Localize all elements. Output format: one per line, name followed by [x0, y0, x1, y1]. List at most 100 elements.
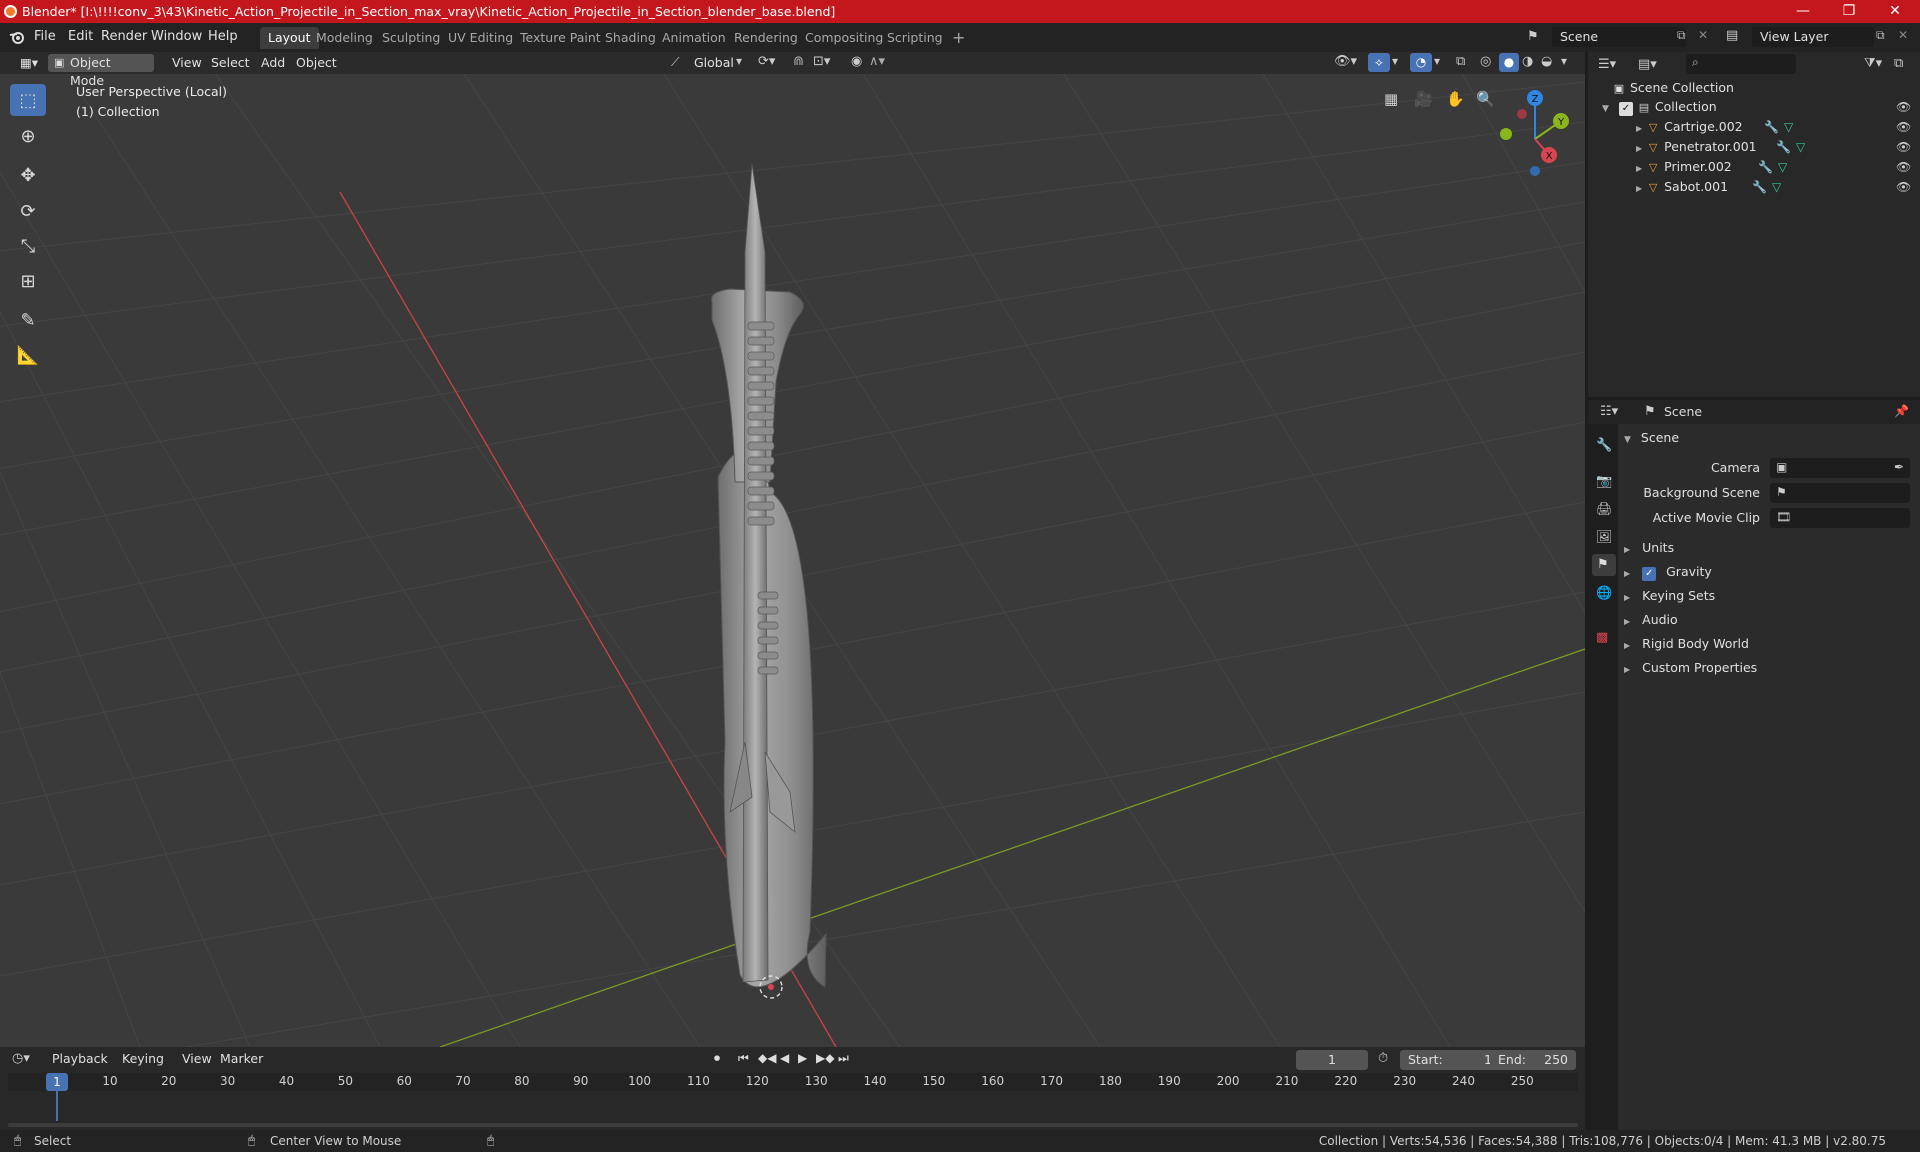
menu-render[interactable]: Render — [101, 29, 147, 44]
outliner-object-row[interactable]: ▶ ▽ Penetrator.001 — [1636, 139, 1757, 155]
tab-compositing[interactable]: Compositing — [797, 27, 891, 49]
select-box-tool[interactable]: ⬚ — [10, 84, 46, 116]
snap-target-icon[interactable]: ⊡▾ — [813, 54, 830, 69]
record-keyframe-icon[interactable]: ⏺ — [714, 1051, 720, 1066]
transform-tool[interactable]: ⊞ — [10, 265, 46, 297]
shading-solid-icon[interactable]: ● — [1499, 53, 1519, 72]
transform-orientation-selector[interactable]: Global — [688, 54, 740, 72]
shading-material-icon[interactable]: ◑ — [1522, 54, 1533, 69]
pivot-point-icon[interactable]: ⟳▾ — [758, 54, 775, 69]
menu-edit[interactable]: Edit — [68, 29, 93, 44]
shading-wireframe-icon[interactable]: ◎ — [1480, 54, 1491, 69]
camera-field[interactable] — [1770, 458, 1910, 478]
outliner-object-row[interactable]: ▶ ▽ Sabot.001 — [1636, 179, 1728, 195]
delete-scene-icon[interactable]: ✕ — [1698, 28, 1708, 42]
expand-audio-icon[interactable]: ▶ — [1624, 617, 1630, 626]
maximize-button[interactable]: ❐ — [1826, 0, 1872, 23]
jump-to-start-icon[interactable]: ⏮ — [738, 1051, 749, 1066]
jump-keyframe-forward-icon[interactable]: ▶◆ — [816, 1051, 834, 1065]
world-tab-icon[interactable]: 🌐 — [1596, 586, 1612, 601]
display-mode-icon[interactable]: ▤▾ — [1638, 57, 1657, 72]
outliner-search-input[interactable] — [1686, 54, 1796, 74]
gravity-checkbox[interactable]: ✓ — [1642, 567, 1657, 581]
xray-icon[interactable]: ⧉ — [1456, 54, 1465, 69]
timeline-menu-playback[interactable]: Playback — [46, 1050, 114, 1068]
collapse-scene-icon[interactable]: ▼ — [1624, 435, 1631, 445]
jump-to-end-icon[interactable]: ⏭ — [838, 1051, 849, 1066]
mesh-data-icon[interactable]: ▽ — [1772, 180, 1781, 194]
modifier-wrench-icon[interactable]: 🔧 — [1764, 120, 1779, 134]
view-layer-icon[interactable]: ▤ — [1726, 28, 1738, 43]
background-scene-field[interactable] — [1770, 483, 1910, 503]
outliner-object-row[interactable]: ▶ ▽ Cartrige.002 — [1636, 119, 1743, 135]
texture-tab-icon[interactable]: ▩ — [1596, 630, 1608, 645]
close-button[interactable]: ✕ — [1872, 0, 1918, 23]
shading-rendered-icon[interactable]: ◒ — [1541, 54, 1552, 69]
proportional-edit-icon[interactable]: ◉ — [851, 54, 862, 69]
new-scene-icon[interactable]: ⧉ — [1677, 28, 1686, 43]
eye-visibility-icon[interactable]: 👁 — [1896, 160, 1911, 174]
scene-icon[interactable]: ⚑ — [1527, 29, 1539, 44]
tab-texture-paint[interactable]: Texture Paint — [512, 27, 609, 49]
properties-editor-type-icon[interactable]: ☷▾ — [1600, 404, 1618, 419]
scene-selector[interactable]: Scene — [1552, 27, 1686, 47]
expand-keying-sets-icon[interactable]: ▶ — [1624, 593, 1630, 602]
collection-checkbox[interactable]: ✓ — [1618, 102, 1633, 116]
start-frame-field[interactable]: Start: 1 — [1400, 1050, 1500, 1070]
expand-collection-icon[interactable]: ▼ — [1602, 104, 1609, 114]
viewport-menu-add[interactable]: Add — [255, 54, 291, 72]
new-view-layer-icon[interactable]: ⧉ — [1876, 28, 1885, 43]
tab-modeling[interactable]: Modeling — [308, 27, 381, 49]
custom-properties-panel-header[interactable]: ▶ Custom Properties — [1624, 660, 1757, 675]
units-panel-header[interactable]: ▶ Units — [1624, 540, 1674, 555]
timeline-menu-keying[interactable]: Keying — [116, 1050, 170, 1068]
outliner-editor-type-icon[interactable]: ☰▾ — [1598, 57, 1616, 72]
jump-keyframe-back-icon[interactable]: ◆◀ — [758, 1051, 776, 1065]
gravity-panel-header[interactable]: ▶ ✓ Gravity — [1624, 564, 1712, 581]
current-frame-field[interactable]: 1 — [1296, 1050, 1368, 1070]
eyedropper-icon[interactable]: ✒ — [1894, 460, 1904, 474]
menu-help[interactable]: Help — [208, 29, 238, 44]
view-layer-tab-icon[interactable]: 🖼 — [1596, 530, 1613, 545]
gizmo-toggle-icon[interactable]: ⟡ — [1368, 53, 1390, 72]
pin-icon[interactable]: 📌 — [1894, 404, 1909, 418]
scene-section-header[interactable]: ▼ Scene — [1624, 430, 1679, 445]
timeline-menu-marker[interactable]: Marker — [214, 1050, 269, 1068]
cursor-tool[interactable]: ⊕ — [10, 120, 46, 152]
mesh-data-icon[interactable]: ▽ — [1796, 140, 1805, 154]
zoom-icon[interactable]: 🔍 — [1476, 90, 1495, 108]
tab-scripting[interactable]: Scripting — [879, 27, 951, 49]
overlay-toggle-icon[interactable]: ◔ — [1410, 53, 1432, 72]
modifier-wrench-icon[interactable]: 🔧 — [1752, 180, 1767, 194]
3d-viewport[interactable]: ▦▾ Object Mode ▣ View Select Add Object … — [0, 52, 1585, 1047]
scale-tool[interactable]: ⤡ — [10, 230, 46, 262]
rotate-tool[interactable]: ⟳ — [10, 195, 46, 227]
camera-view-icon[interactable]: 🎥 — [1414, 90, 1433, 108]
menu-window[interactable]: Window — [151, 29, 202, 44]
new-collection-icon[interactable]: ⧉ — [1894, 56, 1903, 71]
scene-collection-row[interactable]: ▣ Scene Collection — [1612, 80, 1734, 96]
end-frame-field[interactable]: End: 250 — [1490, 1050, 1576, 1070]
toggle-camera-grid-icon[interactable]: ▦ — [1384, 90, 1398, 108]
viewport-menu-select[interactable]: Select — [205, 54, 256, 72]
play-reverse-icon[interactable]: ◀ — [780, 1051, 789, 1065]
timeline-menu-view[interactable]: View — [176, 1050, 218, 1068]
tab-sculpting[interactable]: Sculpting — [374, 27, 448, 49]
view-layer-selector[interactable]: View Layer — [1752, 27, 1874, 47]
timeline-scrollbar[interactable] — [8, 1123, 1578, 1127]
expand-object-icon[interactable]: ▶ — [1636, 164, 1642, 173]
pan-hand-icon[interactable]: ✋ — [1446, 90, 1465, 108]
expand-object-icon[interactable]: ▶ — [1636, 144, 1642, 153]
delete-view-layer-icon[interactable]: ✕ — [1898, 28, 1908, 42]
mesh-data-icon[interactable]: ▽ — [1784, 120, 1793, 134]
minimize-button[interactable]: — — [1780, 0, 1826, 23]
measure-tool[interactable]: 📐 — [10, 339, 46, 371]
modifier-wrench-icon[interactable]: 🔧 — [1776, 140, 1791, 154]
tool-tab-icon[interactable]: 🔧 — [1596, 438, 1612, 453]
filter-icon[interactable]: ⧩▾ — [1864, 56, 1882, 71]
move-tool[interactable]: ✥ — [10, 159, 46, 191]
gizmo-dropdown-icon[interactable]: ▾ — [1392, 54, 1398, 68]
rigid-body-world-panel-header[interactable]: ▶ Rigid Body World — [1624, 636, 1749, 651]
expand-rigid-body-icon[interactable]: ▶ — [1624, 641, 1630, 650]
overlay-dropdown-icon[interactable]: ▾ — [1434, 54, 1440, 68]
